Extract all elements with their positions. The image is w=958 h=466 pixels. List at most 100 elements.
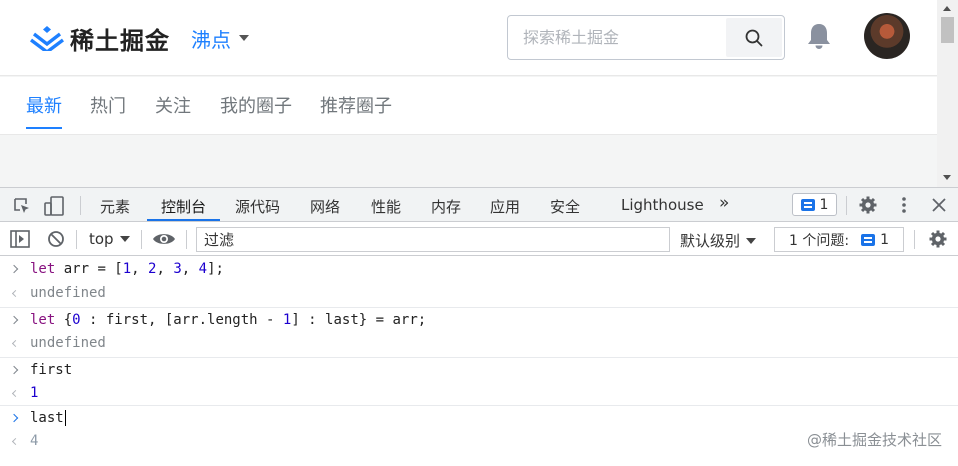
caret-down-icon (119, 236, 130, 242)
tab-recommended-circles[interactable]: 推荐圈子 (320, 92, 392, 118)
code-token: 3 (173, 261, 182, 277)
code-token: 0 (72, 311, 81, 328)
clear-console-icon[interactable] (47, 230, 65, 248)
devtools-tab-security[interactable]: 安全 (550, 196, 580, 217)
console-result-value: 1 (30, 385, 39, 401)
devtools-tab-sources[interactable]: 源代码 (235, 196, 280, 217)
code-token: arr = [ (55, 261, 123, 277)
device-toolbar-icon[interactable] (43, 195, 65, 217)
search-icon (745, 29, 763, 46)
devtools-tab-network[interactable]: 网络 (310, 196, 340, 217)
context-selector[interactable]: top (89, 230, 130, 248)
console-input-row[interactable]: let arr = [1, 2, 3, 4]; (0, 257, 958, 281)
sidebar-toggle-icon[interactable] (10, 230, 30, 248)
code-token: , (131, 261, 149, 277)
devtools-tab-application[interactable]: 应用 (490, 196, 520, 217)
toolbar-divider (914, 230, 915, 249)
console-input-code: let arr = [1, 2, 3, 4]; (30, 261, 224, 277)
code-token: , (181, 261, 199, 277)
console-input-code: first (30, 362, 72, 378)
prompt-chevron-icon (0, 315, 30, 324)
watermark: @稀土掘金技术社区 (806, 431, 942, 449)
settings-gear-icon[interactable] (858, 195, 878, 215)
scrollbar-thumb[interactable] (941, 17, 954, 43)
log-level-dropdown[interactable]: 默认级别 (680, 230, 757, 251)
result-arrow-icon (0, 389, 30, 397)
devtools-tab-lighthouse[interactable]: Lighthouse (621, 196, 704, 214)
devtools-tab-console[interactable]: 控制台 (146, 196, 221, 221)
devtools-tab-memory[interactable]: 内存 (431, 196, 461, 217)
code-token: ] : last} = arr; (291, 311, 427, 328)
site-header: 稀土掘金 沸点 (0, 0, 937, 76)
user-avatar[interactable] (864, 13, 910, 59)
nav-dropdown-label: 沸点 (191, 27, 231, 52)
code-token: let (30, 311, 56, 328)
log-level-value: 默认级别 (680, 232, 741, 250)
result-arrow-icon (0, 437, 30, 445)
tab-hot[interactable]: 热门 (90, 92, 126, 118)
nav-dropdown[interactable]: 沸点 (191, 25, 249, 52)
code-token: 1 (122, 261, 132, 277)
caret-down-icon (239, 35, 249, 41)
messages-badge[interactable]: 1 (792, 193, 837, 216)
toolbar-divider (141, 230, 142, 249)
search-input[interactable] (508, 16, 726, 59)
search-button[interactable] (726, 18, 782, 57)
feed-tabs: 最新 热门 关注 我的圈子 推荐圈子 (0, 77, 937, 135)
juejin-logo-icon (30, 26, 64, 51)
code-token: , (156, 261, 174, 277)
scroll-up-icon[interactable] (943, 6, 951, 11)
prompt-chevron-icon (0, 365, 30, 374)
code-token: { (55, 311, 73, 328)
logo[interactable]: 稀土掘金 (30, 20, 170, 56)
devtools-tab-elements[interactable]: 元素 (100, 196, 130, 217)
console-toolbar: top 默认级别 1 个问题: 1 (0, 223, 958, 256)
close-icon[interactable] (931, 197, 947, 213)
inspect-element-icon[interactable] (12, 196, 32, 216)
tab-my-circles[interactable]: 我的圈子 (220, 92, 292, 118)
more-tabs-button[interactable]: » (719, 193, 729, 213)
result-arrow-icon (0, 339, 30, 347)
issues-button[interactable]: 1 个问题: 1 (774, 227, 904, 252)
devtools-tab-performance[interactable]: 性能 (371, 196, 401, 217)
console-result-value: undefined (30, 335, 106, 351)
tab-following[interactable]: 关注 (155, 92, 191, 118)
issues-label: 1 个问题: (789, 232, 850, 249)
issues-count: 1 (880, 231, 889, 248)
search-box (507, 15, 785, 60)
console-output-row: 1 (0, 381, 958, 405)
toolbar-divider (186, 230, 187, 249)
console-input-row[interactable]: let {0 : first, [arr.length - 1] : last}… (0, 307, 958, 331)
console-output-row: undefined (0, 281, 958, 305)
result-arrow-icon (0, 289, 30, 297)
code-token: : first, [arr.length - (80, 311, 283, 328)
message-icon (800, 198, 815, 211)
text-cursor (64, 409, 66, 426)
messages-count: 1 (819, 196, 829, 213)
scroll-down-icon[interactable] (943, 175, 951, 180)
logo-text: 稀土掘金 (70, 26, 170, 55)
code-token: ]; (207, 261, 224, 277)
context-value: top (89, 230, 114, 248)
toolbar-divider (76, 230, 77, 249)
notification-bell-icon[interactable] (806, 22, 832, 50)
website-viewport: 稀土掘金 沸点 最新 热门 关注 我的圈子 推荐圈子 (0, 0, 937, 187)
toolbar-divider (846, 196, 847, 215)
console-result-value: 4 (30, 433, 39, 449)
devtools-tab-bar: 元素 控制台 源代码 网络 性能 内存 应用 安全 Lighthouse » 1 (0, 188, 958, 222)
console-input-row[interactable]: first (0, 357, 958, 381)
live-expression-eye-icon[interactable] (152, 231, 176, 247)
console-output-row: undefined (0, 331, 958, 355)
message-icon (861, 233, 876, 246)
console-filter-input[interactable] (196, 227, 670, 252)
console-input-code: last (30, 409, 66, 426)
tab-latest[interactable]: 最新 (26, 92, 62, 129)
console-settings-gear-icon[interactable] (928, 229, 948, 249)
console-result-value: undefined (30, 285, 106, 301)
console-input-row[interactable]: last (0, 405, 958, 429)
code-token: let (30, 261, 56, 277)
caret-down-icon (746, 237, 757, 244)
page-scrollbar[interactable] (937, 0, 958, 187)
more-options-icon[interactable] (896, 195, 912, 215)
prompt-chevron-icon (0, 264, 30, 274)
